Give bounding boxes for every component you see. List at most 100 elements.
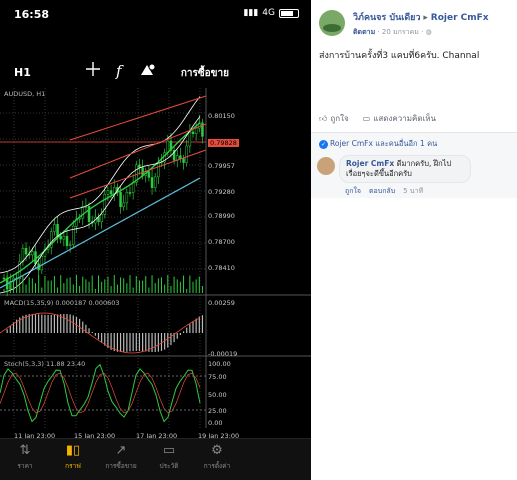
macd-label: MACD(15,35,9) 0.000187 0.000603 — [4, 299, 120, 307]
mt4-phone-screen: 16:58 ▮▮▮ 4G H1 f การซื้อขาย AUDUSD, H1 … — [0, 0, 311, 480]
thumbs-up-icon: 👍︎ — [319, 113, 328, 123]
group-name[interactable]: Rojer CmFx — [431, 13, 489, 23]
arrow-right-icon: ▸ — [423, 13, 428, 23]
like-button[interactable]: 👍︎ ถูกใจ — [319, 112, 349, 125]
avatar[interactable] — [319, 10, 345, 36]
symbol-label: AUDUSD, H1 — [4, 90, 46, 98]
candle-body — [191, 131, 195, 134]
timeframe-button[interactable]: H1 — [14, 66, 31, 79]
candle-body — [185, 145, 188, 163]
candle-body — [53, 224, 56, 232]
candle-body — [153, 176, 157, 188]
post-date[interactable]: · 20 มกราคม · — [377, 28, 423, 36]
author-name[interactable]: วิภ์คนจร บันเดียว — [353, 13, 421, 23]
post-actions: 👍︎ ถูกใจ ▭ แสดงความคิดเห็น — [319, 112, 436, 125]
likes-text: Rojer CmFx และคนอื่นอีก 1 คน — [330, 139, 438, 148]
globe-icon: ◍ — [425, 28, 432, 36]
comment-icon: ▭ — [362, 114, 371, 123]
stoch-tick: 50.00 — [208, 391, 227, 399]
bollinger-upper — [0, 96, 201, 274]
objects-icon[interactable] — [140, 62, 156, 80]
comment-author[interactable]: Rojer CmFx — [346, 159, 394, 168]
bottom-tab-bar: ⇅ ราคา ▮▯ กราฟ ↗ การซื้อขาย ▭ ประวัติ ⚙ … — [0, 438, 311, 480]
post: วิภ์คนจร บันเดียว ▸ Rojer CmFx ติดตาม · … — [311, 0, 517, 70]
stoch-label: Stoch(5,3,3) 11.88 23.40 — [4, 360, 86, 368]
signal-icon: ▮▮▮ — [243, 8, 259, 18]
stoch-tick: 0.00 — [208, 419, 223, 427]
candle-body — [2, 277, 6, 280]
post-text: ส่งการบ้านครั้งที่3 แคบที่6ครับ. Channal — [319, 51, 480, 61]
comment-bubble: Rojer CmFx ดีมากครับ, ฝึกไปเรื่อยๆจะดีขึ… — [339, 155, 471, 183]
candle-body — [119, 191, 122, 208]
comment-like-button[interactable]: ถูกใจ — [345, 186, 361, 197]
chart-area[interactable]: AUDUSD, H1 MACD(15,35,9) 0.000187 0.0006… — [0, 88, 311, 428]
tab-quotes[interactable]: ⇅ ราคา — [0, 443, 50, 471]
candle-body — [62, 236, 66, 240]
candles-icon: ▮▯ — [65, 443, 81, 458]
network-label: 4G — [262, 8, 275, 18]
arrows-icon: ⇅ — [19, 443, 31, 458]
price-tick: 0.79957 — [208, 162, 235, 170]
candle-body — [24, 247, 28, 255]
tab-label: การตั้งค่า — [203, 462, 231, 470]
stoch-signal — [0, 372, 201, 414]
candle-body — [59, 235, 62, 240]
stoch-tick: 100.00 — [208, 360, 231, 368]
candle-body — [56, 224, 59, 237]
macd-tick: 0.00259 — [208, 299, 235, 307]
candle-body — [65, 236, 69, 246]
candle-body — [106, 190, 110, 195]
inbox-icon: ▭ — [162, 443, 176, 458]
tab-trade[interactable]: ↗ การซื้อขาย — [96, 443, 146, 471]
tab-history[interactable]: ▭ ประวัติ — [144, 443, 194, 471]
candle-body — [128, 192, 132, 194]
candle-body — [182, 158, 185, 163]
stoch-main — [0, 363, 201, 423]
like-label: ถูกใจ — [330, 114, 349, 123]
candle-body — [138, 164, 141, 168]
chart-toolbar: H1 f การซื้อขาย — [0, 58, 311, 88]
comment-time: 5 นาที — [403, 187, 424, 195]
price-tick: 0.80150 — [208, 112, 235, 120]
status-icons: ▮▮▮ 4G — [243, 8, 299, 18]
chart-canvas[interactable] — [0, 88, 311, 428]
macd-tick: -0.00019 — [208, 350, 238, 358]
candle-body — [68, 244, 72, 246]
tab-settings[interactable]: ⚙ การตั้งค่า — [192, 443, 242, 471]
facebook-post-panel: วิภ์คนจร บันเดียว ▸ Rojer CmFx ติดตาม · … — [311, 0, 517, 480]
comment-label: แสดงความคิดเห็น — [373, 114, 436, 123]
post-header: วิภ์คนจร บันเดียว ▸ Rojer CmFx ติดตาม · … — [319, 8, 509, 40]
battery-icon — [279, 8, 299, 18]
candle-body — [100, 214, 103, 222]
tab-chart[interactable]: ▮▯ กราฟ — [48, 443, 98, 471]
candle-body — [125, 192, 129, 204]
candle-body — [81, 206, 84, 219]
comment-actions: ถูกใจ ตอบกลับ 5 นาที — [345, 186, 423, 197]
trade-button[interactable]: การซื้อขาย — [181, 66, 229, 81]
price-tick: 0.78700 — [208, 238, 235, 246]
tab-label: กราฟ — [65, 462, 81, 470]
status-time: 16:58 — [14, 8, 50, 21]
post-meta: ติดตาม · 20 มกราคม · ◍ — [353, 27, 489, 38]
candle-body — [194, 127, 198, 134]
stoch-tick: 25.00 — [208, 407, 227, 415]
crosshair-icon[interactable] — [86, 62, 100, 80]
current-price-tag: 0.79828 — [208, 139, 239, 147]
tab-label: ประวัติ — [159, 462, 179, 470]
price-tick: 0.78410 — [208, 264, 235, 272]
comment-list: Rojer CmFx ดีมากครับ, ฝึกไปเรื่อยๆจะดีขึ… — [311, 150, 517, 198]
function-icon[interactable]: f — [116, 62, 122, 80]
tab-label: ราคา — [17, 462, 33, 470]
trend-icon: ↗ — [115, 443, 127, 458]
follow-link[interactable]: ติดตาม — [353, 28, 375, 36]
like-reaction-icon: ✓ — [319, 140, 328, 149]
candle-body — [188, 131, 192, 147]
candle-body — [103, 194, 107, 215]
author-block: วิภ์คนจร บันเดียว ▸ Rojer CmFx ติดตาม · … — [353, 10, 489, 38]
comment-button[interactable]: ▭ แสดงความคิดเห็น — [363, 112, 436, 125]
comment-avatar[interactable] — [317, 157, 335, 175]
price-tick: 0.79280 — [208, 188, 235, 196]
candle-body — [150, 177, 154, 188]
comment-reply-button[interactable]: ตอบกลับ — [369, 186, 395, 197]
candle-body — [40, 256, 44, 271]
